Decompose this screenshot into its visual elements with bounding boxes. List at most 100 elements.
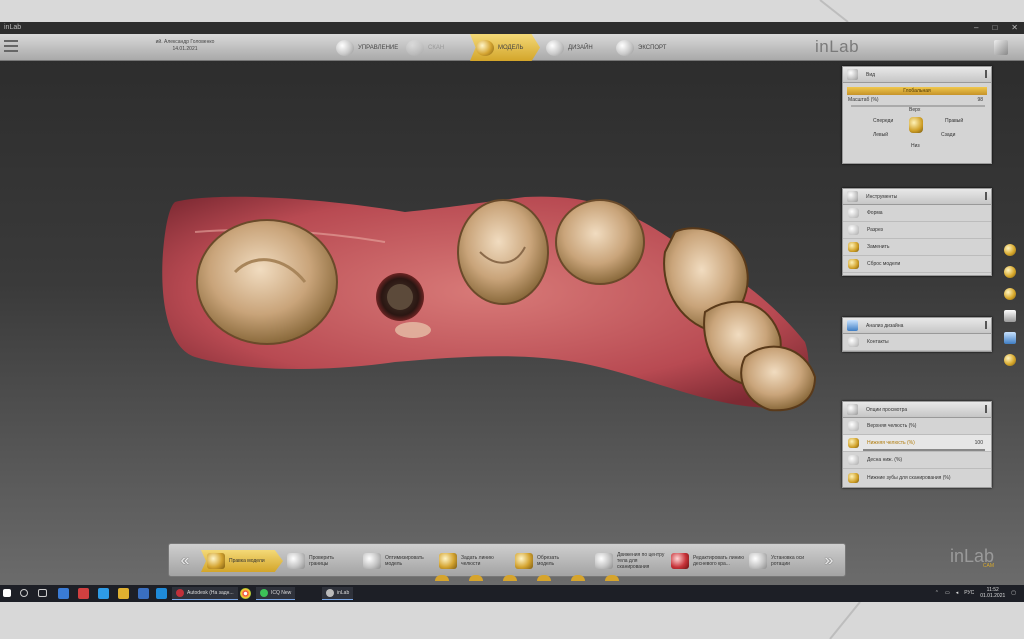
pin-icon[interactable]: [980, 70, 987, 78]
scan-icon: [406, 39, 424, 56]
tooth-orientation-icon: [909, 117, 923, 133]
step-toolbar: « Правка модели Проверить границы Оптими…: [168, 543, 846, 577]
user-info: ий. Александр Головенко 14.01.2021: [140, 39, 230, 53]
lower-jaw-slider[interactable]: [863, 449, 985, 451]
shape-icon: [848, 208, 859, 218]
gingiva-opacity[interactable]: Десна ниж. (%): [843, 452, 991, 469]
chevron-up-icon[interactable]: ⌃: [935, 590, 939, 596]
quick-tool-icon[interactable]: [1004, 266, 1016, 278]
sub-tool-icon[interactable]: [435, 575, 449, 581]
export-icon: [616, 39, 634, 56]
taskbar-app-icq[interactable]: ICQ New: [256, 587, 296, 600]
step-export[interactable]: Экспорт: [610, 34, 680, 61]
folder-icon[interactable]: [118, 588, 129, 599]
maximize-icon[interactable]: □: [992, 23, 997, 32]
app-icon[interactable]: [78, 588, 89, 599]
step-model[interactable]: Модель: [470, 34, 540, 61]
tool-center-move[interactable]: Движения по центру тела для сканирования: [595, 550, 669, 572]
tool-gingiva-line[interactable]: Редактировать линию десневого кра...: [671, 550, 745, 572]
workflow-steps: Управление Скан Модель Дизайн Экспорт: [330, 34, 680, 61]
tool-edit-model[interactable]: Правка модели: [201, 550, 283, 572]
upper-jaw-opacity[interactable]: Верхняя челюсть (%): [843, 418, 991, 435]
pin-icon[interactable]: [980, 192, 987, 200]
sub-tool-icon[interactable]: [571, 575, 585, 581]
view-panel: Вид Глобальная Масштаб (%) 98 Верх Спере…: [842, 66, 992, 164]
view-top-button[interactable]: Верх: [909, 107, 920, 113]
task-view-icon[interactable]: [38, 589, 47, 597]
monitor-icon[interactable]: [1004, 332, 1016, 344]
window-titlebar: inLab – □ ✕: [0, 22, 1024, 34]
network-icon[interactable]: ▭: [945, 590, 950, 596]
window-title: inLab: [4, 24, 22, 31]
app-icon[interactable]: [58, 588, 69, 599]
pin-icon[interactable]: [980, 321, 987, 329]
taskbar-app-inlab[interactable]: inLab: [322, 587, 354, 600]
quick-tool-icon[interactable]: [1004, 244, 1016, 256]
tools-panel-header[interactable]: Инструменты: [843, 189, 991, 205]
view-right-button[interactable]: Правый: [945, 118, 963, 124]
browser-icon[interactable]: [156, 588, 167, 599]
chrome-icon[interactable]: [240, 588, 251, 599]
prev-step-button[interactable]: «: [175, 552, 195, 570]
design-icon: [546, 39, 564, 56]
tools-icon: [847, 191, 858, 202]
minimize-icon[interactable]: –: [974, 23, 978, 32]
close-icon[interactable]: ✕: [1011, 23, 1018, 32]
tool-optimize-model[interactable]: Оптимизировать модель: [363, 550, 431, 572]
tool-check-margin[interactable]: Проверить границы: [287, 550, 349, 572]
reset-model-icon: [848, 259, 859, 269]
side-quick-icons: [1004, 244, 1016, 366]
windows-start-icon[interactable]: [3, 589, 11, 597]
tool-trim-model[interactable]: Обрезать модель: [515, 550, 577, 572]
taskbar-app-autodesk[interactable]: Autodesk (На задн...: [172, 587, 238, 600]
lower-jaw-opacity[interactable]: Нижняя челюсть (%) 100: [843, 435, 991, 452]
volume-icon[interactable]: ◂: [956, 590, 959, 596]
step-administration[interactable]: Управление: [330, 34, 400, 61]
book-icon[interactable]: [1004, 310, 1016, 322]
view-front-button[interactable]: Спереди: [873, 118, 893, 124]
sub-tool-icon[interactable]: [469, 575, 483, 581]
app-icon[interactable]: [98, 588, 109, 599]
search-icon[interactable]: [20, 589, 28, 597]
input-language[interactable]: РУС: [964, 590, 974, 596]
analysis-panel-header[interactable]: Анализ дизайна: [843, 318, 991, 334]
zoom-label: Масштаб (%): [848, 97, 879, 103]
pin-icon[interactable]: [980, 405, 987, 413]
tool-reset-model[interactable]: Сброс модели: [843, 256, 991, 273]
tool-shape[interactable]: Форма: [843, 205, 991, 222]
eye-icon: [847, 404, 858, 415]
step-scan[interactable]: Скан: [400, 34, 470, 61]
tool-jaw-line[interactable]: Задать линию челюсти: [439, 550, 507, 572]
tool-cut[interactable]: Разрез: [843, 222, 991, 239]
sub-tool-icon[interactable]: [605, 575, 619, 581]
notification-icon[interactable]: ▢: [1011, 590, 1016, 596]
tool-rotation-axis[interactable]: Установка оси ротации: [749, 550, 813, 572]
help-icon[interactable]: [994, 40, 1008, 55]
session-date: 14.01.2021: [172, 46, 198, 52]
view-panel-header[interactable]: Вид: [843, 67, 991, 83]
sub-tool-icon[interactable]: [503, 575, 517, 581]
tool-replace[interactable]: Заменить: [843, 239, 991, 256]
clock[interactable]: 11:52 01.01.2021: [980, 587, 1005, 599]
app-header: ий. Александр Головенко 14.01.2021 Управ…: [0, 34, 1024, 61]
hamburger-menu-icon[interactable]: [4, 40, 18, 52]
next-step-button[interactable]: »: [819, 552, 839, 570]
inlab-cam-logo: inLab CAM: [950, 546, 995, 569]
app-icon[interactable]: [138, 588, 149, 599]
view-mode-button[interactable]: Глобальная: [847, 87, 987, 95]
step-design[interactable]: Дизайн: [540, 34, 610, 61]
display-panel-header[interactable]: Опции просмотра: [843, 402, 991, 418]
dental-model-viewport[interactable]: [155, 172, 825, 412]
view-left-button[interactable]: Левый: [873, 132, 888, 138]
rotation-axis-icon: [749, 553, 767, 569]
quick-tool-icon[interactable]: [1004, 354, 1016, 366]
view-back-button[interactable]: Сзади: [941, 132, 955, 138]
quick-tool-icon[interactable]: [1004, 288, 1016, 300]
sub-tool-icon[interactable]: [537, 575, 551, 581]
view-bottom-button[interactable]: Низ: [911, 143, 920, 149]
contacts-icon: [848, 337, 859, 347]
scan-teeth-opacity[interactable]: Нижние зубы для сканирования (%): [843, 469, 991, 486]
analysis-contacts[interactable]: Контакты: [843, 334, 991, 351]
gingiva-line-icon: [671, 553, 689, 569]
replace-icon: [848, 242, 859, 252]
